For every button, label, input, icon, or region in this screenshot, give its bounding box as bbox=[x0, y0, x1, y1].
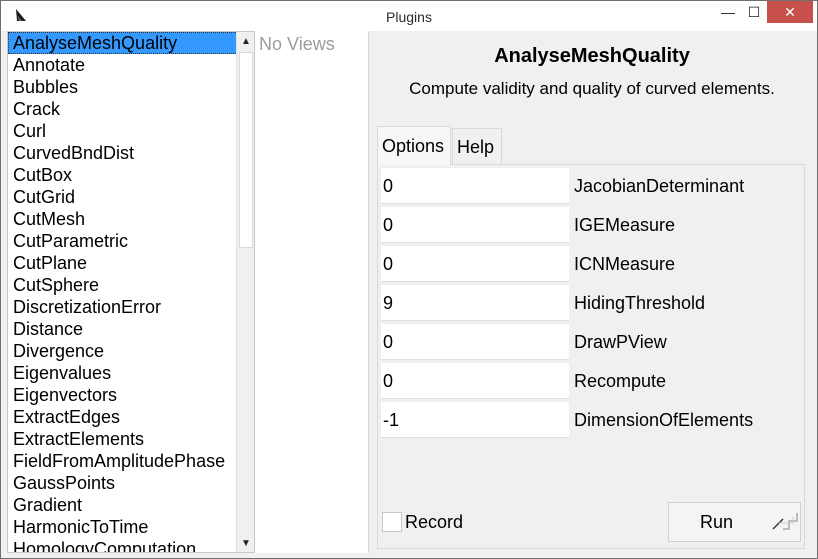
plugin-list-item[interactable]: GaussPoints bbox=[8, 472, 238, 494]
plugin-list[interactable]: AnalyseMeshQuality Annotate Bubbles Crack Cu… bbox=[7, 31, 255, 553]
minimize-button[interactable]: — bbox=[715, 1, 741, 23]
scroll-up-arrow-icon[interactable]: ▲ bbox=[237, 32, 254, 50]
close-button[interactable]: ✕ bbox=[767, 1, 813, 23]
option-row: HidingThreshold bbox=[381, 282, 801, 321]
plugin-list-item[interactable]: HarmonicToTime bbox=[8, 516, 238, 538]
option-value-input[interactable] bbox=[381, 246, 569, 282]
plugin-list-item[interactable]: Curl bbox=[8, 120, 238, 142]
option-row: Recompute bbox=[381, 360, 801, 399]
maximize-button[interactable]: ☐ bbox=[741, 1, 767, 23]
plugin-list-item[interactable]: CutBox bbox=[8, 164, 238, 186]
run-button[interactable]: Run bbox=[668, 502, 801, 542]
option-label: DimensionOfElements bbox=[574, 410, 754, 430]
plugin-description: Compute validity and quality of curved e… bbox=[409, 79, 775, 98]
plugin-list-item[interactable]: DiscretizationError bbox=[8, 296, 238, 318]
option-label: Recompute bbox=[574, 371, 667, 391]
views-list[interactable]: No Views bbox=[255, 31, 369, 553]
option-row: IGEMeasure bbox=[381, 204, 801, 243]
title-bar[interactable]: Plugins — ☐ ✕ bbox=[1, 1, 817, 31]
plugin-list-item[interactable]: Crack bbox=[8, 98, 238, 120]
plugin-list-item[interactable]: CurvedBndDist bbox=[8, 142, 238, 164]
plugin-list-item[interactable]: CutSphere bbox=[8, 274, 238, 296]
plugins-window: Plugins — ☐ ✕ AnalyseMeshQuality Annotate… bbox=[0, 0, 818, 559]
option-label: IGEMeasure bbox=[574, 215, 676, 235]
plugin-list-item[interactable]: HomologyComputation bbox=[8, 538, 238, 552]
option-value-input[interactable] bbox=[381, 324, 569, 360]
option-value-input[interactable] bbox=[381, 168, 569, 204]
plugin-list-item[interactable]: CutParametric bbox=[8, 230, 238, 252]
option-label: DrawPView bbox=[574, 332, 667, 352]
options-panel: JacobianDeterminant IGEMeasure ICNMeasure H… bbox=[377, 164, 805, 549]
record-label: Record bbox=[405, 511, 464, 532]
plugin-list-item[interactable]: ExtractElements bbox=[8, 428, 238, 450]
record-checkbox[interactable] bbox=[382, 512, 402, 532]
option-row: DimensionOfElements bbox=[381, 399, 801, 438]
option-value-input[interactable] bbox=[381, 207, 569, 243]
option-label: HidingThreshold bbox=[574, 293, 706, 313]
return-key-icon bbox=[772, 513, 798, 530]
plugin-list-item[interactable]: FieldFromAmplitudePhase bbox=[8, 450, 238, 472]
plugin-list-item[interactable]: Gradient bbox=[8, 494, 238, 516]
plugin-list-item[interactable]: Bubbles bbox=[8, 76, 238, 98]
plugin-list-item[interactable]: CutMesh bbox=[8, 208, 238, 230]
plugin-list-item[interactable]: ExtractEdges bbox=[8, 406, 238, 428]
option-value-input[interactable] bbox=[381, 363, 569, 399]
plugin-list-item[interactable]: Eigenvectors bbox=[8, 384, 238, 406]
option-row: ICNMeasure bbox=[381, 243, 801, 282]
scroll-thumb[interactable] bbox=[239, 52, 253, 248]
plugin-list-item[interactable]: CutGrid bbox=[8, 186, 238, 208]
record-checkbox-group[interactable]: Record bbox=[382, 511, 463, 533]
plugin-list-scrollbar[interactable]: ▲ ▼ bbox=[236, 32, 254, 552]
option-row: JacobianDeterminant bbox=[381, 165, 801, 204]
option-value-input[interactable] bbox=[381, 402, 569, 438]
plugin-list-item[interactable]: Distance bbox=[8, 318, 238, 340]
plugin-list-item[interactable]: Eigenvalues bbox=[8, 362, 238, 384]
option-value-input[interactable] bbox=[381, 285, 569, 321]
option-label: JacobianDeterminant bbox=[574, 176, 745, 196]
plugin-list-items: AnalyseMeshQuality Annotate Bubbles Crack Cu… bbox=[8, 32, 238, 552]
plugin-list-item[interactable]: CutPlane bbox=[8, 252, 238, 274]
option-label: ICNMeasure bbox=[574, 254, 676, 274]
plugin-list-item[interactable]: AnalyseMeshQuality bbox=[8, 32, 238, 54]
plugin-title: AnalyseMeshQuality bbox=[494, 45, 690, 67]
tab-options[interactable]: Options bbox=[377, 126, 451, 165]
plugin-list-item[interactable]: Annotate bbox=[8, 54, 238, 76]
plugin-list-item[interactable]: Divergence bbox=[8, 340, 238, 362]
scroll-down-arrow-icon[interactable]: ▼ bbox=[237, 534, 254, 552]
window-title: Plugins bbox=[386, 9, 432, 25]
no-views-text: No Views bbox=[259, 34, 335, 54]
option-row: DrawPView bbox=[381, 321, 801, 360]
tab-help[interactable]: Help bbox=[452, 128, 502, 164]
run-button-label: Run bbox=[699, 511, 734, 532]
